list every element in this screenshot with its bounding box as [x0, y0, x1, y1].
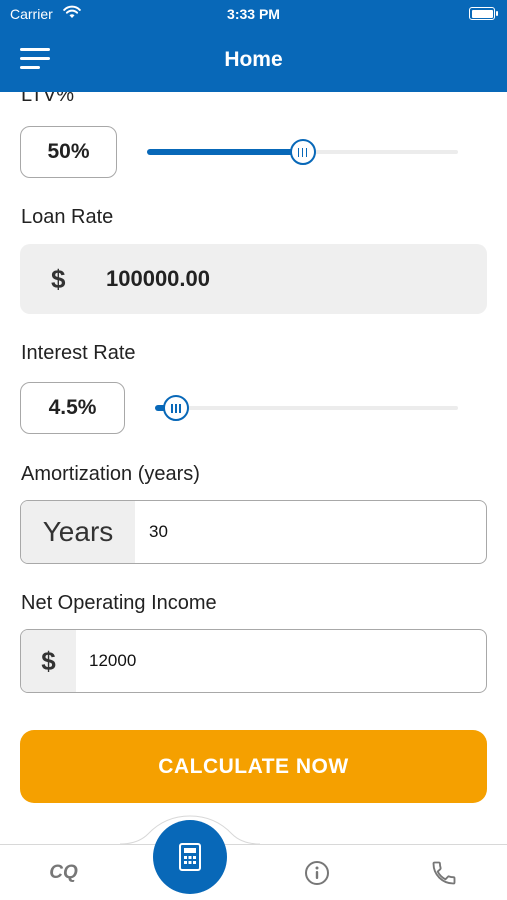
info-icon: [304, 861, 329, 885]
form-content[interactable]: LTV% 50% Loan Rate $ 100000.00 Interest …: [0, 92, 507, 844]
tab-cq[interactable]: CQ: [0, 845, 127, 900]
interest-rate-slider[interactable]: [155, 393, 458, 423]
ltv-slider-fill: [147, 149, 303, 155]
tab-cq-label: CQ: [49, 862, 78, 883]
tab-phone[interactable]: [380, 845, 507, 900]
amortization-input[interactable]: 30: [149, 501, 168, 563]
loan-rate-value: 100000.00: [106, 266, 210, 291]
calculate-now-button[interactable]: CALCULATE NOW: [20, 730, 487, 803]
ltv-slider[interactable]: [147, 137, 458, 167]
amortization-prefix: Years: [21, 501, 135, 563]
ltv-slider-thumb[interactable]: [289, 139, 316, 165]
status-time: 3:33 PM: [227, 6, 280, 22]
tab-info[interactable]: [253, 845, 380, 900]
interest-rate-slider-track: [155, 406, 458, 410]
loan-rate-label: Loan Rate: [21, 206, 114, 228]
noi-label: Net Operating Income: [21, 592, 217, 614]
tab-calculator[interactable]: [153, 820, 227, 894]
noi-input[interactable]: 12000: [89, 630, 136, 692]
battery-icon: [469, 7, 498, 20]
calculator-icon: [179, 843, 201, 871]
amortization-field[interactable]: Years 30: [20, 500, 487, 564]
loan-rate-currency: $: [51, 264, 66, 294]
ltv-label: LTV%: [21, 92, 74, 106]
nav-bar: Home: [0, 28, 507, 92]
loan-rate-field[interactable]: $ 100000.00: [20, 244, 487, 314]
phone-icon: [432, 861, 455, 885]
interest-rate-value-box: 4.5%: [20, 382, 125, 434]
tab-bar: CQ: [0, 844, 507, 900]
interest-rate-label: Interest Rate: [21, 342, 136, 364]
status-bar: Carrier 3:33 PM: [0, 0, 507, 28]
amortization-label: Amortization (years): [21, 463, 200, 485]
ltv-value-box: 50%: [20, 126, 117, 178]
page-title: Home: [224, 48, 283, 71]
noi-prefix: $: [21, 630, 76, 692]
noi-field[interactable]: $ 12000: [20, 629, 487, 693]
interest-rate-slider-thumb[interactable]: [163, 395, 190, 421]
